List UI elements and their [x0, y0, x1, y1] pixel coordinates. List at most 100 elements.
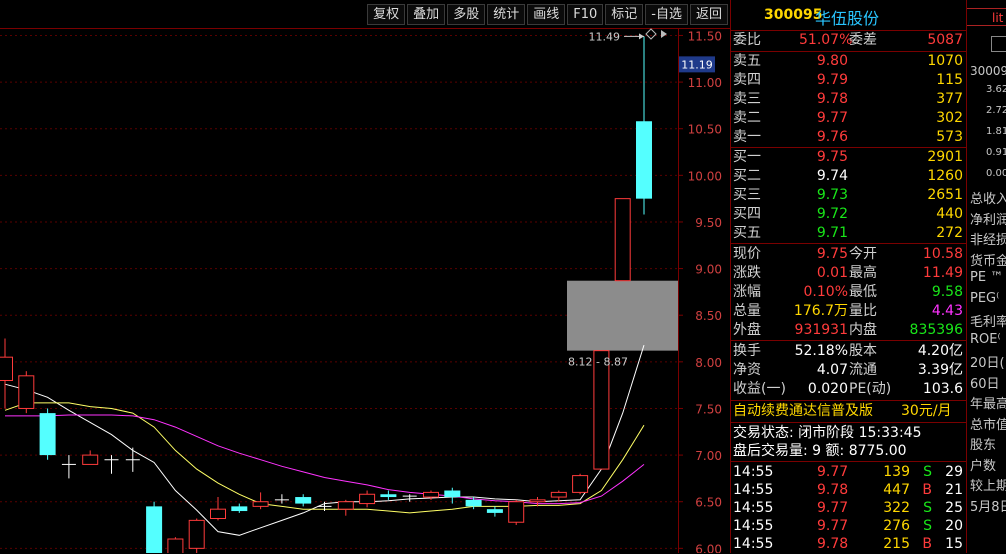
- candle-body: [572, 475, 589, 493]
- stat-row[interactable]: 涨跌 0.01 最高 11.49: [731, 264, 966, 283]
- stat-value: 9.75: [816, 246, 848, 262]
- buy-order-row[interactable]: 买三 9.73 2651: [731, 186, 966, 205]
- stat-label: 股本: [849, 343, 877, 359]
- candle-body: [636, 121, 652, 199]
- sell-order-row[interactable]: 卖一 9.76 573: [731, 128, 966, 147]
- tick-count: 21: [945, 482, 963, 498]
- side-tab[interactable]: lit: [967, 8, 1006, 26]
- trade-status: 交易状态: 闭市阶段 15:33:45: [733, 425, 922, 441]
- tick-time: 14:55: [733, 518, 774, 534]
- stat-value: 52.18%: [794, 343, 848, 359]
- price-tick-label: 7.00: [695, 449, 722, 463]
- draw-line-button[interactable]: 画线: [527, 4, 566, 25]
- tick-volume: 139: [883, 464, 910, 480]
- price-tick-label: 11.50: [688, 29, 722, 43]
- side-financial-label: 总市值: [970, 417, 1006, 433]
- ad-price[interactable]: 30元/月: [901, 402, 952, 421]
- stat-label: 收益(一): [733, 381, 786, 397]
- order-price: 9.74: [816, 168, 848, 184]
- fundamental-row[interactable]: 换手 52.18% 股本 4.20亿: [731, 342, 966, 361]
- order-volume: 1260: [927, 168, 963, 184]
- order-level-label: 卖三: [733, 91, 761, 107]
- price-axis: 11.50 11.00 10.50 10.00 9.50 9.00 8.50 8.00 7.50…: [678, 29, 722, 553]
- tick-side: B: [922, 536, 932, 552]
- highlight-box: [567, 280, 678, 351]
- price-tick-label: 10.00: [688, 169, 722, 183]
- subscription-ad[interactable]: 自动续费通达信普及版 30元/月: [731, 402, 966, 421]
- tick-side: S: [923, 500, 932, 516]
- candle-body: [486, 509, 503, 513]
- stat-row[interactable]: 现价 9.75 今开 10.58: [731, 245, 966, 264]
- multi-stock-button[interactable]: 多股: [447, 4, 486, 25]
- quote-panel: 300095 华伍股份 委比 51.07% 委差 5087 卖五 9.80 1070…: [731, 0, 966, 553]
- stat-row[interactable]: 总量 176.7万 量比 4.43: [731, 302, 966, 321]
- fundamental-row[interactable]: 收益(一) 0.020 PE(动) 103.6: [731, 380, 966, 399]
- candlesticks: [0, 36, 652, 553]
- quote-header: 300095 华伍股份: [731, 0, 966, 31]
- statistics-button[interactable]: 统计: [487, 4, 526, 25]
- stat-row[interactable]: 涨幅 0.10% 最低 9.58: [731, 283, 966, 302]
- side-financial-label: 户数: [970, 458, 997, 474]
- buy-order-row[interactable]: 买二 9.74 1260: [731, 167, 966, 186]
- candle-body: [337, 501, 354, 510]
- back-button[interactable]: 返回: [689, 4, 728, 25]
- tick-side: B: [922, 482, 932, 498]
- stat-value: 176.7万: [793, 303, 848, 319]
- tick-row[interactable]: 14:55 9.77 276 S 20: [731, 517, 966, 536]
- buy-order-row[interactable]: 买四 9.72 440: [731, 205, 966, 224]
- fundamental-row[interactable]: 净资 4.07 流通 3.39亿: [731, 361, 966, 380]
- order-volume: 272: [936, 225, 963, 241]
- side-financial-label: 净利润: [970, 212, 1006, 228]
- candle: [82, 450, 99, 465]
- price-tag-text: 11.19: [681, 58, 713, 71]
- overlay-button[interactable]: 叠加: [407, 4, 446, 25]
- stat-label: 最低: [849, 284, 877, 300]
- tick-time: 14:55: [733, 464, 774, 480]
- triangle-icon[interactable]: [661, 30, 667, 38]
- sell-order-row[interactable]: 卖五 9.80 1070: [731, 52, 966, 71]
- f10-button[interactable]: F10: [567, 4, 604, 25]
- candle-body: [39, 413, 56, 456]
- kline-chart[interactable]: 11.50 11.00 10.50 10.00 9.50 9.00 8.50 8.00 7.50…: [0, 28, 730, 553]
- tick-row[interactable]: 14:55 9.77 139 S 29: [731, 463, 966, 482]
- stat-label: 流通: [849, 362, 877, 378]
- mark-button[interactable]: 标记: [605, 4, 644, 25]
- order-level-label: 买一: [733, 149, 761, 165]
- candle: [188, 518, 205, 553]
- order-volume: 302: [936, 110, 963, 126]
- diamond-icon[interactable]: [645, 28, 657, 40]
- tick-volume: 447: [883, 482, 910, 498]
- side-checkbox[interactable]: [991, 36, 1006, 52]
- tick-row[interactable]: 14:55 9.77 322 S 25: [731, 499, 966, 518]
- buy-order-row[interactable]: 买五 9.71 272: [731, 224, 966, 243]
- tick-volume: 276: [883, 518, 910, 534]
- order-volume: 1070: [927, 53, 963, 69]
- self-select-button[interactable]: -自选: [645, 4, 688, 25]
- ad-text[interactable]: 自动续费通达信普及版: [733, 402, 873, 421]
- stat-label: 今开: [849, 246, 877, 262]
- candle: [572, 473, 589, 495]
- stat-value: 11.49: [922, 265, 963, 281]
- buy-order-row[interactable]: 买一 9.75 2901: [731, 148, 966, 167]
- side-financial-label: 货币金: [970, 253, 1006, 269]
- stock-name[interactable]: 华伍股份: [815, 5, 879, 29]
- candle: [486, 506, 503, 517]
- restore-rights-button[interactable]: 复权: [367, 4, 406, 25]
- sell-order-row[interactable]: 卖四 9.79 115: [731, 71, 966, 90]
- side-financial-label: 60日: [970, 376, 1000, 392]
- tick-volume: 322: [883, 500, 910, 516]
- side-financial-label: PEG⁽: [970, 290, 1000, 306]
- sell-order-row[interactable]: 卖二 9.77 302: [731, 109, 966, 128]
- side-financial-label: 5月8日: [970, 499, 1006, 515]
- order-volume: 2651: [927, 187, 963, 203]
- tick-time: 14:55: [733, 536, 774, 552]
- divider: [731, 422, 966, 423]
- candle: [295, 494, 312, 507]
- candle-body: [146, 506, 163, 553]
- tick-row[interactable]: 14:55 9.78 447 B 21: [731, 481, 966, 500]
- candle-body: [359, 493, 376, 505]
- tick-row[interactable]: 14:55 9.78 215 B 15: [731, 535, 966, 554]
- sell-order-row[interactable]: 卖三 9.78 377: [731, 90, 966, 109]
- stat-row[interactable]: 外盘 931931 内盘 835396: [731, 321, 966, 340]
- order-level-label: 卖二: [733, 110, 761, 126]
